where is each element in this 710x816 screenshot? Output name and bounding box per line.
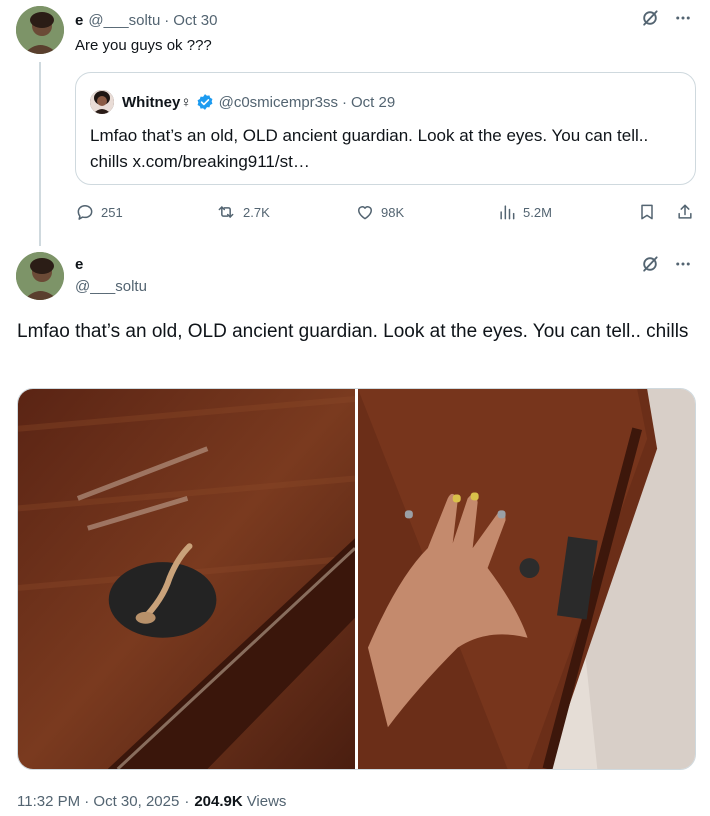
tweet2-text: Lmfao that’s an old, OLD ancient guardia… bbox=[17, 321, 689, 342]
tweet2-top-actions bbox=[640, 254, 692, 274]
more-icon[interactable] bbox=[674, 255, 692, 273]
separator-dot: · bbox=[342, 93, 348, 111]
display-name[interactable]: e bbox=[75, 256, 83, 273]
like-button[interactable]: 98K bbox=[355, 200, 404, 224]
like-count: 98K bbox=[381, 204, 405, 220]
display-name[interactable]: e bbox=[75, 12, 83, 29]
thread-connector-line bbox=[39, 62, 41, 246]
tweet1-top-actions bbox=[640, 8, 692, 28]
quote-text: Lmfao that’s an old, OLD ancient guardia… bbox=[90, 126, 649, 171]
media-image-hand-on-table[interactable] bbox=[358, 389, 695, 769]
grok-icon[interactable] bbox=[640, 8, 660, 28]
media-image-lizard[interactable] bbox=[18, 389, 355, 769]
bookmark-icon bbox=[637, 202, 657, 222]
tweet-date[interactable]: Oct 30 bbox=[173, 12, 217, 29]
separator-dot: · bbox=[184, 793, 190, 810]
repost-button[interactable]: 2.7K bbox=[215, 200, 270, 224]
bookmark-button[interactable] bbox=[637, 200, 657, 224]
share-icon bbox=[675, 202, 695, 222]
avatar-image bbox=[16, 252, 64, 300]
view-count: 5.2M bbox=[523, 204, 552, 220]
media-grid bbox=[17, 388, 696, 770]
quote-avatar[interactable] bbox=[90, 90, 114, 114]
avatar[interactable] bbox=[16, 252, 64, 300]
quote-display-name[interactable]: Whitney♀ bbox=[122, 94, 192, 111]
views-label: Views bbox=[246, 793, 287, 810]
more-icon[interactable] bbox=[674, 9, 692, 27]
analytics-icon bbox=[497, 202, 517, 222]
quote-handle[interactable]: @c0smicempr3ss bbox=[219, 94, 338, 111]
tweet1-text: Are you guys ok ??? bbox=[75, 37, 212, 54]
quote-date[interactable]: Oct 29 bbox=[351, 94, 395, 111]
quoted-tweet[interactable]: Whitney♀ @c0smicempr3ss · Oct 29 Lmfao t… bbox=[75, 72, 696, 185]
views-button[interactable]: 5.2M bbox=[497, 200, 552, 224]
share-button[interactable] bbox=[675, 200, 695, 224]
separator-dot: · bbox=[164, 11, 170, 29]
avatar-image bbox=[16, 6, 64, 54]
reply-count: 251 bbox=[101, 204, 123, 220]
repost-count: 2.7K bbox=[243, 204, 270, 220]
avatar[interactable] bbox=[16, 6, 64, 54]
grok-icon[interactable] bbox=[640, 254, 660, 274]
views-count: 204.9K bbox=[194, 793, 243, 810]
verified-badge-icon bbox=[196, 93, 214, 111]
reply-button[interactable]: 251 bbox=[75, 200, 123, 224]
heart-icon bbox=[355, 202, 375, 222]
quote-header: Whitney♀ @c0smicempr3ss · Oct 29 bbox=[122, 91, 395, 113]
reply-icon bbox=[75, 202, 95, 222]
repost-icon bbox=[215, 202, 237, 222]
tweet1-action-bar: 251 2.7K 98K 5.2M bbox=[75, 200, 696, 224]
tweet-meta: 11:32 PM · Oct 30, 2025 · 204.9K Views bbox=[17, 793, 286, 810]
handle[interactable]: @___soltu bbox=[75, 278, 147, 295]
handle[interactable]: @___soltu bbox=[88, 12, 160, 29]
timestamp[interactable]: 11:32 PM · Oct 30, 2025 bbox=[17, 793, 179, 810]
tweet1-header: e @___soltu · Oct 30 bbox=[75, 10, 217, 30]
